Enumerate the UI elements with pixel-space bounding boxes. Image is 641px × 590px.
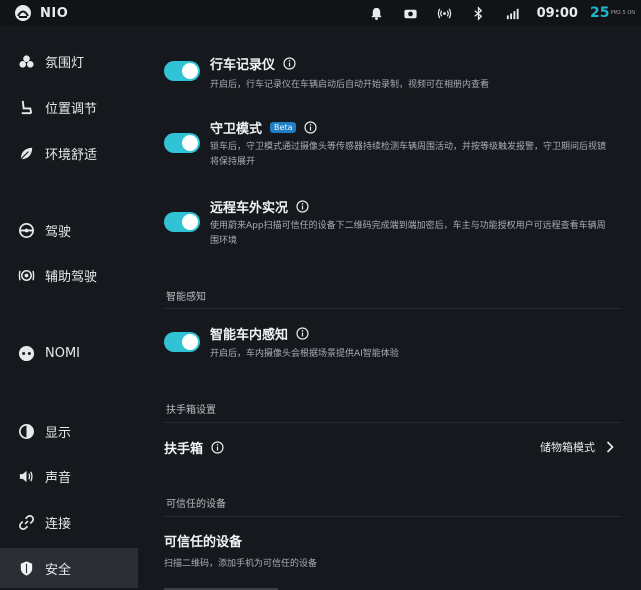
- sidebar-item-security[interactable]: 安全: [0, 548, 138, 588]
- nio-logo-icon: [15, 5, 31, 21]
- info-icon[interactable]: [296, 327, 309, 340]
- sidebar-item-label: 位置调节: [45, 101, 98, 117]
- assist-driving-icon: [17, 266, 35, 284]
- cabin-sense-title: 智能车内感知: [210, 328, 289, 343]
- sidebar-item-label: 辅助驾驶: [45, 269, 98, 285]
- sidebar-item-nomi[interactable]: NOMI: [0, 333, 138, 373]
- sidebar-item-display[interactable]: 显示: [0, 411, 138, 451]
- section-label-armrest: 扶手箱设置: [166, 405, 216, 416]
- dashcam-desc: 开启后，行车记录仪在车辆启动后自动开始录制，视频可在相册内查看: [210, 80, 490, 90]
- trusted-devices-row[interactable]: 可信任的设备: [164, 531, 242, 550]
- remote-view-toggle[interactable]: [164, 212, 200, 232]
- armrest-row[interactable]: 扶手箱: [164, 438, 224, 457]
- info-icon[interactable]: [283, 57, 296, 70]
- dashcam-toggle[interactable]: [164, 61, 200, 81]
- sidebar-item-label: 环境舒适: [45, 147, 98, 163]
- setting-title: 行车记录仪: [210, 54, 296, 73]
- beta-badge: Beta: [270, 122, 297, 133]
- steering-wheel-icon: [17, 221, 35, 239]
- section-label-smart: 智能感知: [166, 292, 206, 303]
- sidebar-item-label: 显示: [45, 425, 72, 441]
- sidebar: 氛围灯 位置调节 环境舒适 驾驶 辅助驾驶 NOMI 显示 声音 连接 安全: [0, 26, 138, 589]
- armrest-title: 扶手箱: [164, 442, 204, 457]
- clock: 09:00: [536, 5, 578, 21]
- leaf-icon: [17, 144, 35, 162]
- cellular-5g-icon: [505, 5, 521, 21]
- sidebar-item-sound[interactable]: 声音: [0, 456, 138, 496]
- settings-panel: 行车记录仪 开启后，行车记录仪在车辆启动后自动开始录制，视频可在相册内查看 守卫…: [138, 26, 641, 590]
- status-bar: NIO 09:00 25 PM2.5 ON: [0, 0, 641, 26]
- trusted-devices-title: 可信任的设备: [164, 535, 243, 550]
- armrest-mode-value: 储物箱模式: [540, 441, 595, 454]
- bluetooth-icon: [471, 5, 487, 21]
- link-icon: [17, 513, 35, 531]
- sidebar-item-label: NOMI: [45, 345, 81, 361]
- divider: [164, 308, 622, 309]
- info-icon[interactable]: [296, 200, 309, 213]
- divider: [164, 422, 622, 423]
- temperature-detail: PM2.5 ON: [610, 10, 635, 16]
- bell-icon[interactable]: [369, 5, 385, 21]
- setting-title: 守卫模式 Beta: [210, 118, 318, 137]
- setting-title: 智能车内感知: [210, 324, 309, 343]
- setting-title: 远程车外实况: [210, 197, 309, 216]
- cabin-sense-toggle[interactable]: [164, 332, 200, 352]
- sidebar-item-comfort[interactable]: 环境舒适: [0, 133, 138, 173]
- divider: [164, 516, 622, 517]
- ambient-light-icon: [17, 52, 35, 70]
- nomi-icon: [17, 344, 35, 362]
- sidebar-item-assist-driving[interactable]: 辅助驾驶: [0, 255, 138, 295]
- shield-icon: [17, 559, 35, 577]
- dashcam-title: 行车记录仪: [210, 58, 276, 73]
- section-label-trusted: 可信任的设备: [166, 499, 226, 510]
- seat-icon: [17, 98, 35, 116]
- info-icon[interactable]: [304, 121, 318, 134]
- sidebar-item-ambient-light[interactable]: 氛围灯: [0, 41, 138, 81]
- sidebar-item-label: 驾驶: [45, 224, 72, 240]
- remote-view-desc: 使用蔚来App扫描可信任的设备下二维码完成端到端加密后，车主与功能授权用户可远程…: [210, 221, 606, 246]
- signal-broadcast-icon: [437, 5, 453, 21]
- remote-view-title: 远程车外实况: [210, 201, 289, 216]
- temperature: 25: [589, 5, 610, 21]
- chevron-right-icon: [605, 441, 615, 453]
- sidebar-item-label: 声音: [45, 470, 72, 486]
- guard-mode-toggle[interactable]: [164, 133, 200, 153]
- display-icon: [17, 422, 35, 440]
- camera-icon[interactable]: [403, 5, 419, 21]
- sidebar-item-connection[interactable]: 连接: [0, 502, 138, 542]
- speaker-icon: [17, 467, 35, 485]
- sidebar-item-driving[interactable]: 驾驶: [0, 210, 138, 250]
- sidebar-item-position[interactable]: 位置调节: [0, 87, 138, 127]
- guard-mode-desc: 锁车后，守卫模式通过摄像头等传感器持续检测车辆周围活动，并按等级触发报警，守卫期…: [210, 142, 607, 167]
- sidebar-item-label: 氛围灯: [45, 55, 85, 71]
- info-icon[interactable]: [211, 441, 224, 454]
- trusted-devices-desc: 扫描二维码，添加手机为可信任的设备: [164, 559, 318, 569]
- cabin-sense-desc: 开启后，车内摄像头会根据场景提供AI智能体验: [210, 349, 399, 359]
- sidebar-item-label: 安全: [45, 562, 72, 578]
- brand-name: NIO: [40, 5, 69, 21]
- brand: NIO: [14, 4, 68, 22]
- sidebar-item-label: 连接: [45, 516, 72, 532]
- guard-mode-title: 守卫模式: [210, 122, 263, 137]
- armrest-mode-select[interactable]: 储物箱模式: [540, 439, 615, 455]
